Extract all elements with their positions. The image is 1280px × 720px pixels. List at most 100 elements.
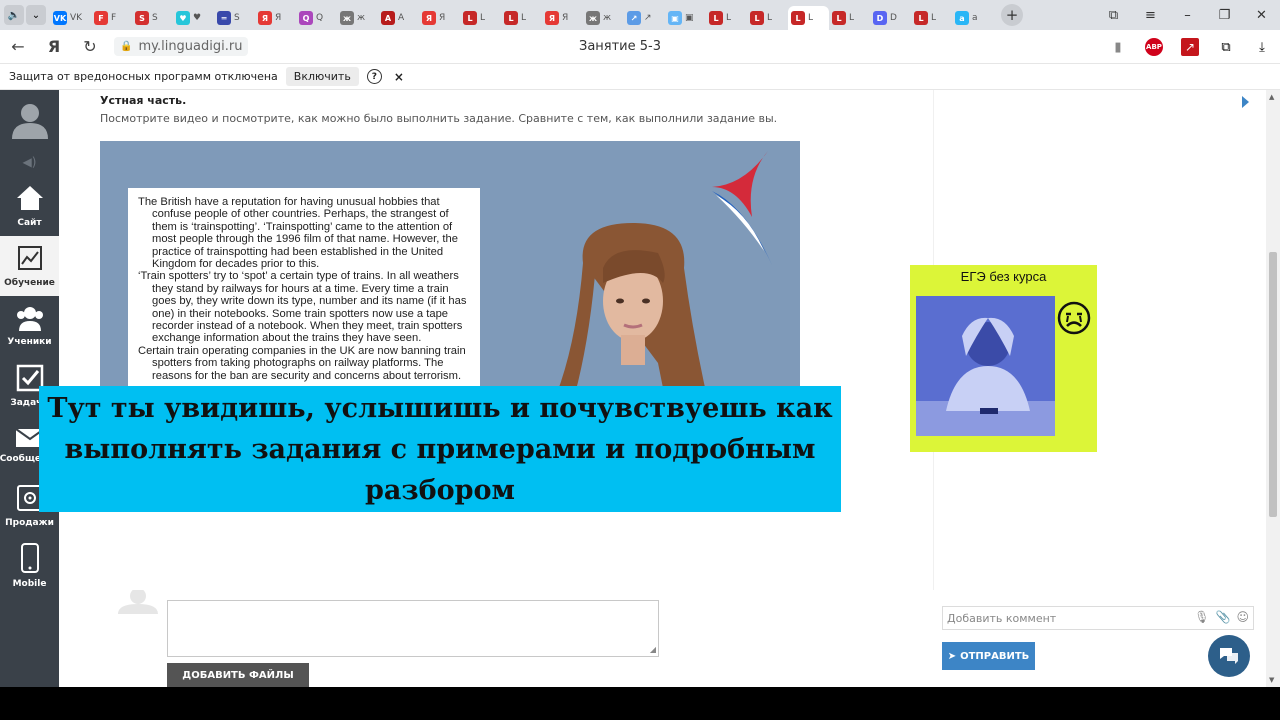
expand-arrow-icon[interactable]	[1242, 96, 1249, 108]
browser-tab[interactable]: LL	[460, 6, 501, 30]
sidebar-item-learning[interactable]: Обучение	[0, 236, 59, 296]
sidebar-item-students[interactable]: Ученики	[0, 296, 59, 356]
tab-label: Я	[275, 13, 282, 23]
browser-tab[interactable]: SS	[132, 6, 173, 30]
help-icon[interactable]: ?	[366, 69, 382, 84]
url-text: my.linguadigi.ru	[138, 39, 243, 54]
lock-icon: 🔒	[120, 41, 133, 52]
tab-favicon: ↗	[627, 11, 641, 25]
tab-label: ж	[603, 13, 612, 23]
close-window-button[interactable]: ✕	[1243, 0, 1280, 30]
resize-handle-icon[interactable]: ◢	[650, 645, 656, 654]
browser-tab[interactable]: LL	[788, 6, 829, 30]
browser-tab[interactable]: ↗ ↗	[624, 6, 665, 30]
scroll-down-icon[interactable]: ▼	[1269, 676, 1274, 684]
browser-tab[interactable]: LL	[829, 6, 870, 30]
tab-label: S	[152, 13, 158, 23]
attach-icon[interactable]: 📎	[1216, 610, 1231, 624]
tab-favicon: Я	[545, 11, 559, 25]
collections-icon[interactable]: ⧉	[1095, 0, 1132, 30]
menu-icon[interactable]: ≡	[1132, 0, 1169, 30]
browser-tab[interactable]: aa	[952, 6, 993, 30]
url-field[interactable]: 🔒 my.linguadigi.ru	[114, 37, 249, 56]
page-scrollbar[interactable]: ▲ ▼	[1266, 90, 1280, 687]
scroll-thumb[interactable]	[1269, 252, 1277, 517]
bookmark-icon[interactable]: ▮	[1100, 40, 1136, 55]
tab-label: ↗	[644, 13, 652, 23]
tab-favicon: L	[504, 11, 518, 25]
profile-avatar[interactable]	[0, 90, 59, 148]
browser-tab[interactable]: ЯЯ	[542, 6, 583, 30]
enable-protection-button[interactable]: Включить	[285, 67, 359, 86]
back-button[interactable]: ←	[0, 30, 36, 64]
tab-favicon: Я	[258, 11, 272, 25]
scroll-up-icon[interactable]: ▲	[1269, 93, 1274, 101]
tab-favicon: L	[750, 11, 764, 25]
tab-label: ж	[357, 13, 366, 23]
comment-textarea[interactable]: ◢	[167, 600, 659, 657]
browser-tab[interactable]: AA	[378, 6, 419, 30]
browser-tab[interactable]: ═ S	[214, 6, 255, 30]
ad-photo	[916, 296, 1055, 436]
tab-label: L	[808, 13, 814, 23]
adblock-button[interactable]: ABP	[1136, 38, 1172, 56]
browser-tab[interactable]: QQ	[296, 6, 337, 30]
reading-paragraph: ‘Train spotters’ try to ‘spot’ a certain…	[138, 270, 467, 345]
browser-tab[interactable]: ЯЯ	[255, 6, 296, 30]
sound-icon[interactable]: 🔈	[4, 5, 24, 25]
users-icon	[14, 305, 46, 334]
chat-widget-button[interactable]	[1208, 635, 1250, 677]
browser-tab[interactable]: VK VK	[50, 6, 91, 30]
sidebar-item-site[interactable]: Сайт	[0, 176, 59, 236]
browser-tab[interactable]: LL	[706, 6, 747, 30]
reload-button[interactable]: ↻	[72, 30, 108, 64]
browser-tab[interactable]: LL	[747, 6, 788, 30]
emoji-icon[interactable]: ☺	[1236, 610, 1249, 624]
chat-icon	[1220, 648, 1238, 664]
sad-face-icon	[1057, 301, 1091, 335]
comment-input[interactable]: Добавить коммент 🎙 📎 ☺	[942, 606, 1254, 630]
sidebar-item-label: Mobile	[12, 579, 47, 589]
browser-tab[interactable]: жж	[583, 6, 624, 30]
browser-tab[interactable]: жж	[337, 6, 378, 30]
tab-favicon: ═	[217, 11, 231, 25]
toolbar-extensions: ▮ ABP ↗ ⧉ ⤓	[1100, 30, 1280, 64]
tab-favicon: L	[914, 11, 928, 25]
add-files-button[interactable]: ДОБАВИТЬ ФАЙЛЫ	[167, 663, 309, 687]
phone-icon	[20, 543, 40, 576]
browser-tab[interactable]: ♥ ♥	[173, 6, 214, 30]
yandex-icon[interactable]: Я	[36, 30, 72, 64]
tab-label: a	[972, 13, 978, 23]
tab-favicon: Q	[299, 11, 313, 25]
minimize-button[interactable]: –	[1169, 0, 1206, 30]
translate-icon[interactable]: ⧉	[1208, 40, 1244, 55]
tab-favicon: D	[873, 11, 887, 25]
sidebar-item-mobile[interactable]: Mobile	[0, 536, 59, 596]
tab-favicon: VK	[53, 11, 67, 25]
home-icon	[15, 184, 45, 215]
send-button[interactable]: ➤ ОТПРАВИТЬ	[942, 642, 1035, 670]
tab-favicon: a	[955, 11, 969, 25]
browser-tab[interactable]: LL	[501, 6, 542, 30]
pdf-extension-icon[interactable]: ↗	[1172, 38, 1208, 56]
tab-favicon: F	[94, 11, 108, 25]
sound-toggle-icon[interactable]: ◀)	[0, 148, 59, 176]
close-notice-icon[interactable]: ×	[394, 70, 404, 84]
downloads-icon[interactable]: ⤓	[1244, 40, 1280, 55]
new-tab-button[interactable]: +	[1001, 4, 1023, 26]
tab-label: Q	[316, 13, 324, 23]
microphone-icon[interactable]: 🎙	[1194, 610, 1209, 624]
tab-list: VK VK F F S S ♥ ♥ ═ S Я Я Q Qж ж A A Я Я L L L L Я Яж ж ↗ ↗ ▣ ▣ L L L L L L…	[50, 0, 993, 30]
promo-ad-card[interactable]: ЕГЭ без курса	[910, 265, 1097, 452]
restore-button[interactable]: ❐	[1206, 0, 1243, 30]
browser-tab[interactable]: ЯЯ	[419, 6, 460, 30]
browser-tab[interactable]: LL	[911, 6, 952, 30]
browser-tab[interactable]: ▣ ▣	[665, 6, 706, 30]
browser-tab[interactable]: FF	[91, 6, 132, 30]
window-controls: ⧉ ≡ – ❐ ✕	[1095, 0, 1280, 30]
browser-tab[interactable]: DD	[870, 6, 911, 30]
tab-favicon: S	[135, 11, 149, 25]
section-description: Посмотрите видео и посмотрите, как можно…	[100, 112, 778, 125]
tab-favicon: L	[832, 11, 846, 25]
chevron-down-icon[interactable]: ⌄	[26, 5, 46, 25]
